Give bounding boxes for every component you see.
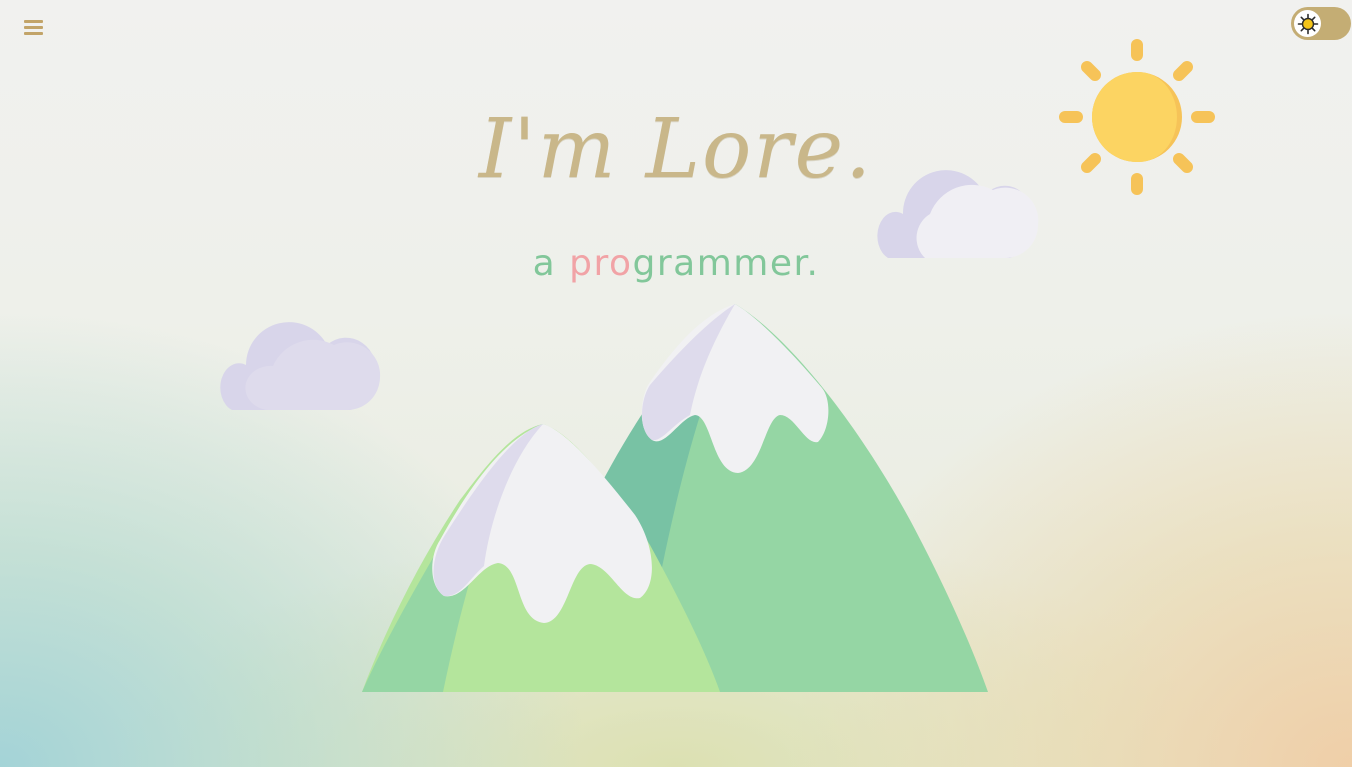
scene-illustration (220, 39, 1215, 692)
cloud-illustration (877, 170, 1039, 258)
mountains-illustration (362, 304, 988, 692)
sun-illustration (1059, 39, 1215, 195)
cloud-illustration (220, 322, 381, 410)
